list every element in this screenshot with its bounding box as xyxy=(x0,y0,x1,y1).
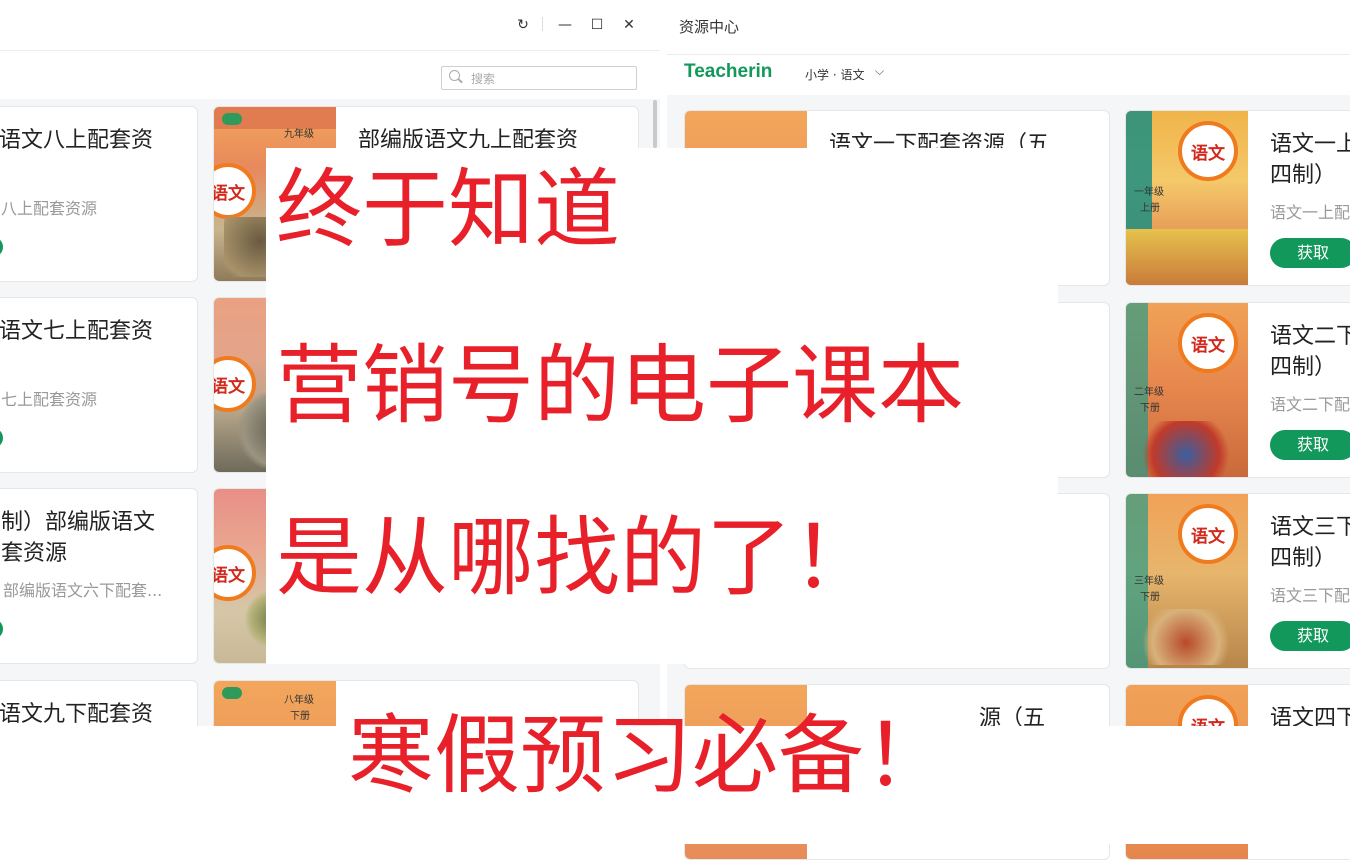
cover-volume: 下册 xyxy=(290,711,310,722)
cover-volume: 上册 xyxy=(1140,203,1160,214)
card-subtitle: 语文一上配 xyxy=(1270,203,1350,222)
cover-grade: 八年级 xyxy=(284,695,314,706)
yuwen-logo: 语文 xyxy=(1178,121,1238,181)
search-placeholder: 搜索 xyxy=(471,72,496,86)
get-button[interactable] xyxy=(0,237,3,257)
card-subtitle: 语文三下配 xyxy=(1270,586,1350,605)
yuwen-logo: 语文 xyxy=(1178,504,1238,564)
card-title-line2: 套资源 xyxy=(1,541,68,566)
caption-line-3: 是从哪找的了！ xyxy=(276,508,878,608)
book-cover: 语文 二年级 下册 xyxy=(1126,303,1248,477)
card-title: 语文八上配套资 xyxy=(0,128,154,153)
card-title: 制）部编版语文 xyxy=(1,510,156,535)
divider xyxy=(542,17,543,31)
card-subtitle: 部编版语文六下配套... xyxy=(3,581,163,600)
card-subtitle: 语文二下配 xyxy=(1270,395,1350,414)
chevron-down-icon[interactable]: ⌵ xyxy=(875,64,884,79)
cover-volume: 下册 xyxy=(1140,592,1160,603)
caption-line-2: 营销号的电子课本 xyxy=(276,336,964,436)
window-title: 资源中心 xyxy=(679,18,740,36)
card-subtitle: 八上配套资源 xyxy=(1,199,98,218)
cover-grade: 九年级 xyxy=(284,129,314,140)
brand-logo[interactable]: Teacherin xyxy=(684,61,772,83)
resource-card[interactable]: 语文九下配套资 xyxy=(0,680,198,730)
cover-volume: 下册 xyxy=(1140,403,1160,414)
book-cover: 语文 一年级 上册 xyxy=(1126,111,1248,285)
get-button[interactable] xyxy=(0,619,3,639)
minimize-icon[interactable]: — xyxy=(554,14,576,36)
cover-grade: 二年级 xyxy=(1134,387,1164,398)
resource-card[interactable]: 语文 一年级 上册 语文一上 四制） 语文一上配 获取 xyxy=(1125,110,1350,286)
left-titlebar: ↻ — ☐ ✕ xyxy=(0,0,660,51)
book-cover: 八年级 下册 xyxy=(214,681,336,730)
get-button[interactable]: 获取 xyxy=(1270,238,1350,268)
resource-card[interactable]: 语文 二年级 下册 语文二下 四制） 语文二下配 获取 xyxy=(1125,302,1350,478)
card-title: 语文七上配套资 xyxy=(0,319,154,344)
book-cover: 语文 三年级 下册 xyxy=(1126,494,1248,668)
resource-card[interactable]: 语文七上配套资 七上配套资源 xyxy=(0,297,198,473)
resource-card[interactable]: 语文八上配套资 八上配套资源 xyxy=(0,106,198,282)
card-subtitle: 七上配套资源 xyxy=(1,390,98,409)
get-button[interactable]: 获取 xyxy=(1270,430,1350,460)
card-title: 语文二下 xyxy=(1270,324,1350,349)
caption-line-1: 终于知道 xyxy=(276,160,620,260)
get-button[interactable] xyxy=(0,428,3,448)
yuwen-logo: 语文 xyxy=(1178,313,1238,373)
card-title: 语文三下 xyxy=(1270,515,1350,540)
search-input[interactable]: 搜索 xyxy=(441,66,637,90)
right-titlebar xyxy=(667,0,1350,55)
card-title-line2: 四制） xyxy=(1270,355,1337,380)
refresh-icon[interactable]: ↻ xyxy=(512,14,534,36)
scrollbar[interactable] xyxy=(653,100,657,148)
resource-card[interactable]: 制）部编版语文 套资源 部编版语文六下配套... xyxy=(0,488,198,664)
caption-line-4: 寒假预习必备！ xyxy=(348,706,950,806)
maximize-icon[interactable]: ☐ xyxy=(586,14,608,36)
search-icon xyxy=(449,70,460,81)
get-button[interactable]: 获取 xyxy=(1270,621,1350,651)
card-title-line2: 四制） xyxy=(1270,163,1337,188)
card-title: 语文一上 xyxy=(1270,132,1350,157)
level-select[interactable]: 小学 · 语文 xyxy=(805,66,864,83)
cover-grade: 一年级 xyxy=(1134,187,1164,198)
resource-card[interactable]: 语文 三年级 下册 语文三下 四制） 语文三下配 获取 xyxy=(1125,493,1350,669)
cover-grade: 三年级 xyxy=(1134,576,1164,587)
close-icon[interactable]: ✕ xyxy=(618,14,640,36)
card-title-line2: 四制） xyxy=(1270,546,1337,571)
